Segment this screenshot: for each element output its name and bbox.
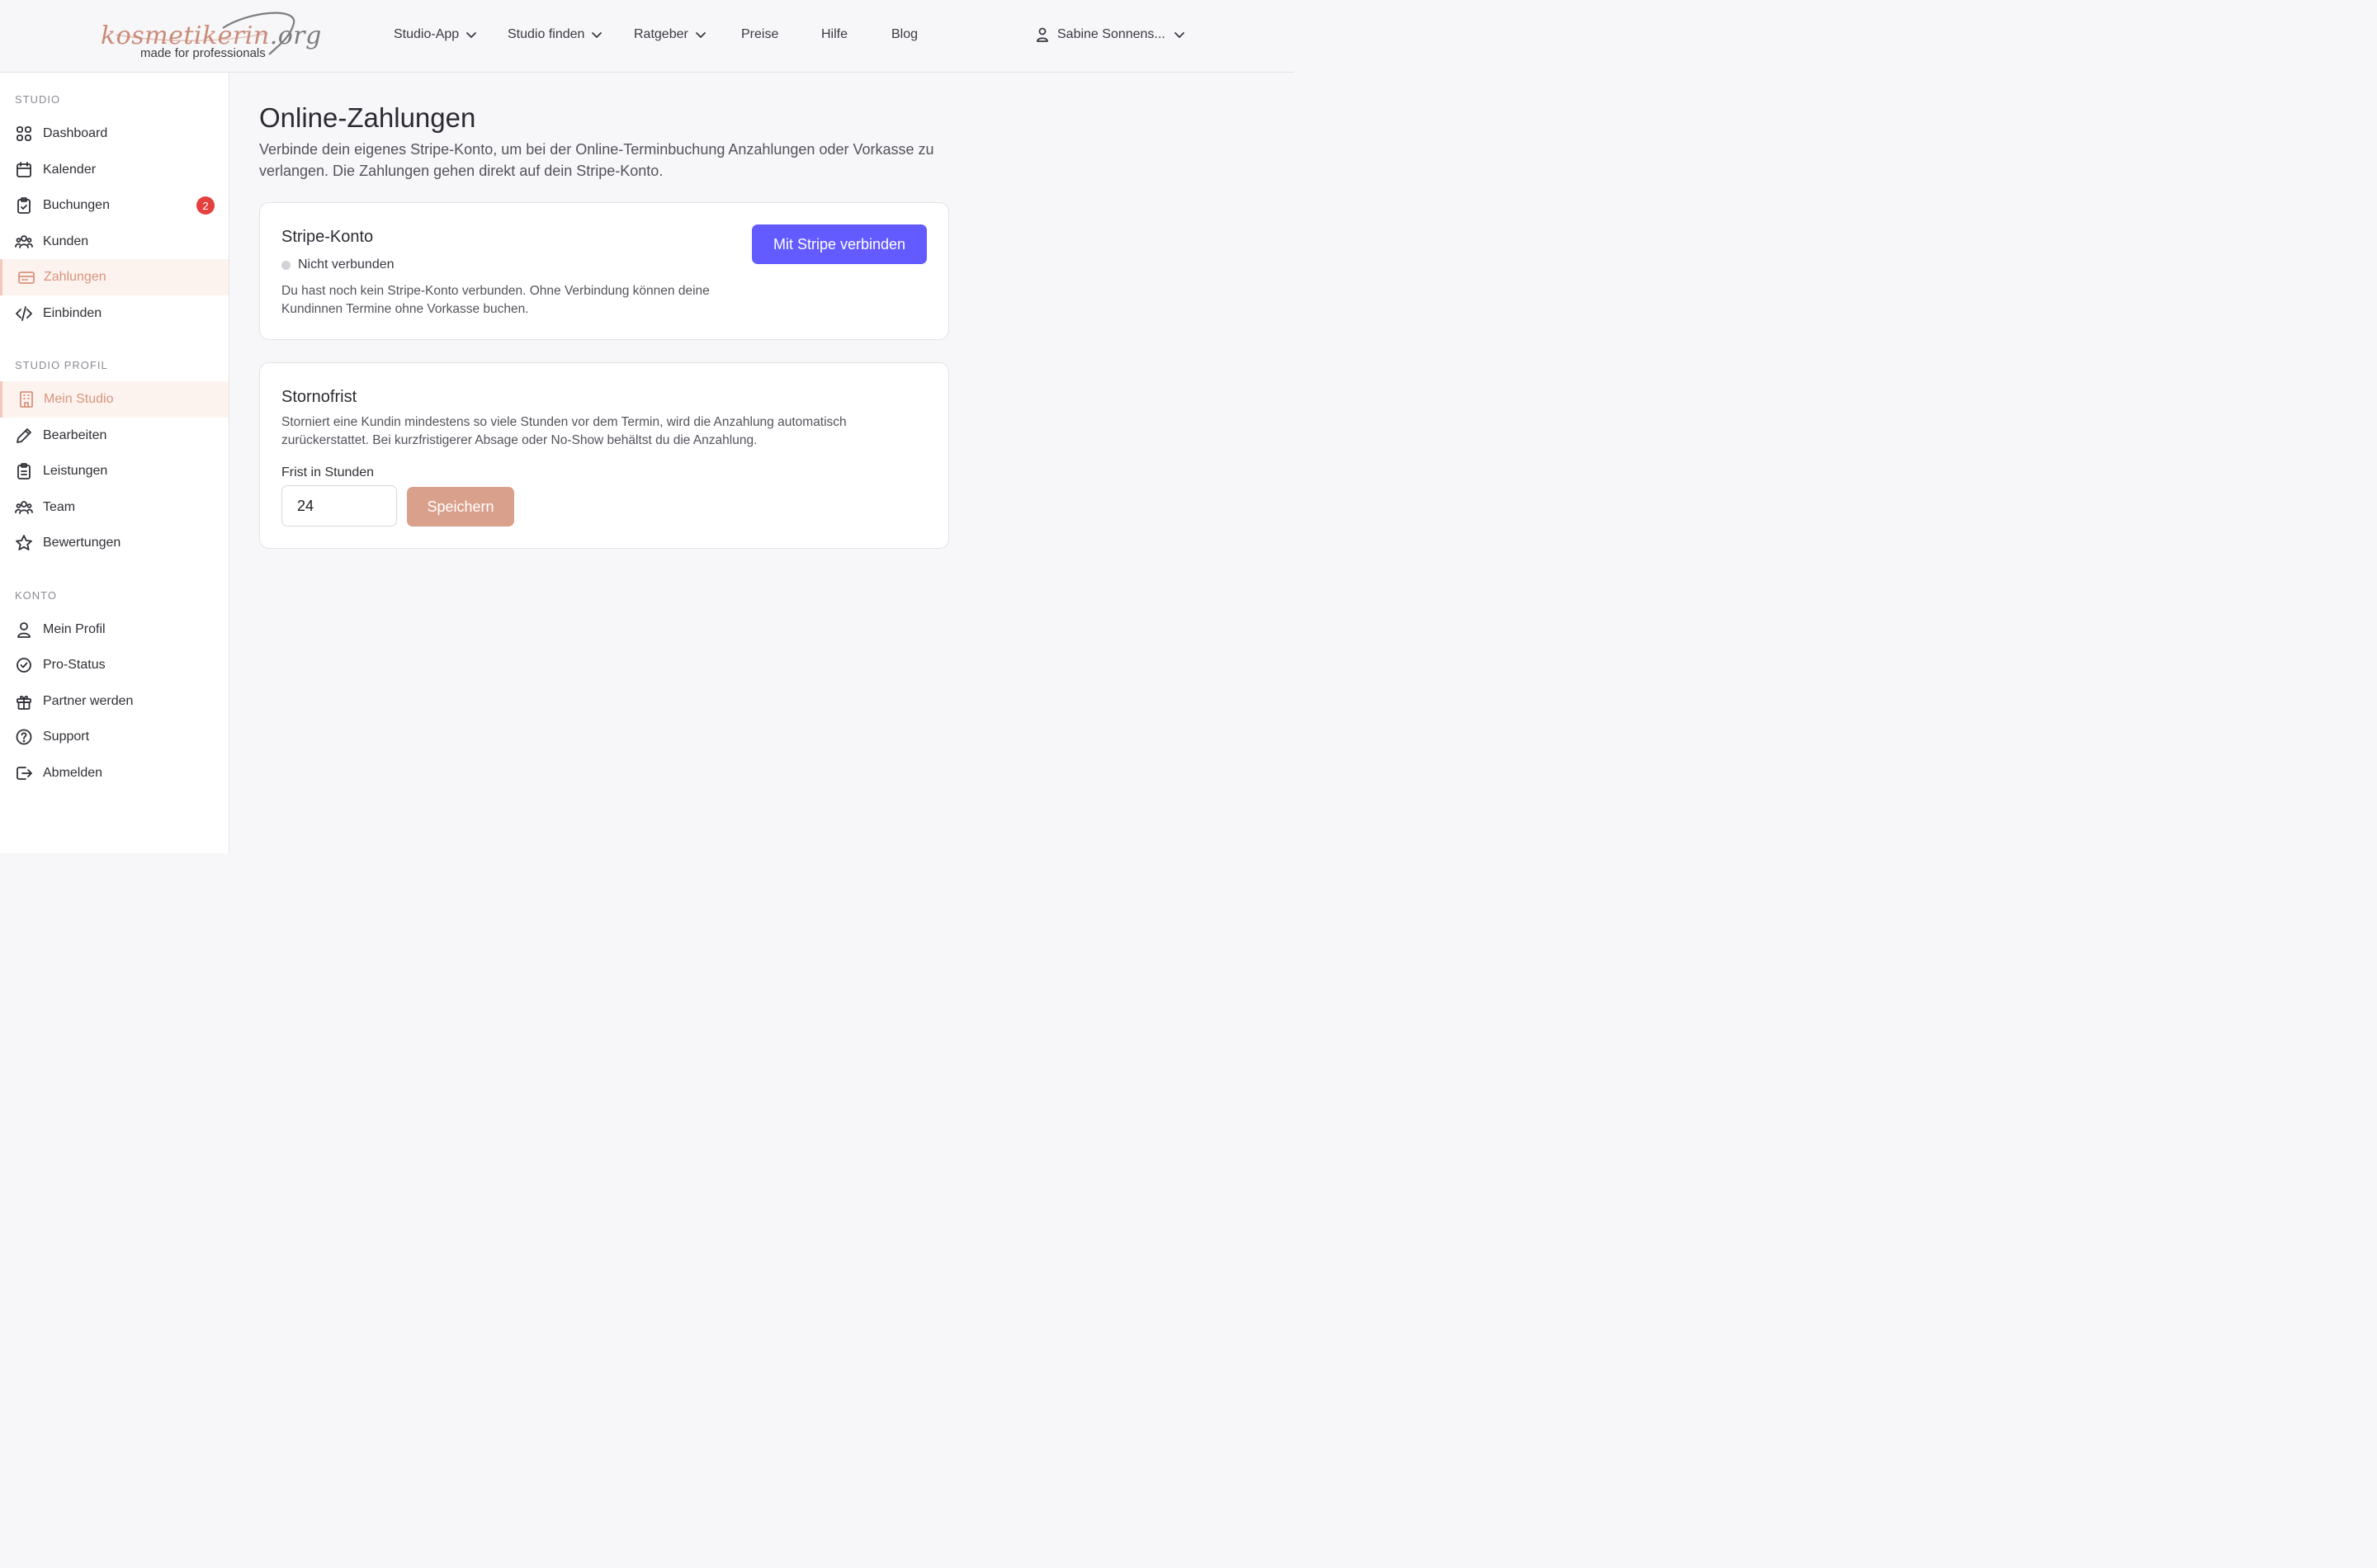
sidebar-item-label: Buchungen bbox=[43, 198, 110, 212]
sidebar-item-label: Leistungen bbox=[43, 464, 108, 478]
sidebar-item-support[interactable]: Support bbox=[0, 719, 229, 755]
building-icon bbox=[20, 391, 33, 408]
sidebar-item-label: Bewertungen bbox=[43, 536, 121, 550]
page-description: Verbinde dein eigenes Stripe-Konto, um b… bbox=[259, 141, 934, 179]
nav-studio-finden[interactable]: Studio finden bbox=[508, 27, 603, 42]
sidebar-item-label: Kunden bbox=[43, 234, 89, 248]
nav-label: Blog bbox=[891, 27, 919, 41]
nav-label: Studio-App bbox=[394, 27, 460, 41]
sidebar-item-zahlungen[interactable]: Zahlungen bbox=[0, 259, 229, 295]
sidebar-item-mein-profil[interactable]: Mein Profil bbox=[0, 612, 229, 648]
sidebar-item-label: Mein Profil bbox=[43, 622, 106, 636]
save-button[interactable]: Speichern bbox=[407, 487, 514, 527]
card-title: Stripe-Konto bbox=[281, 228, 374, 246]
sidebar-item-label: Partner werden bbox=[43, 694, 134, 708]
pencil-icon bbox=[17, 428, 31, 443]
sidebar-item-mein-studio[interactable]: Mein Studio bbox=[0, 381, 229, 418]
check-circle-icon bbox=[17, 658, 31, 673]
sidebar-item-label: Abmelden bbox=[43, 766, 103, 780]
clipboard-list-icon bbox=[17, 463, 31, 479]
nav-label: Hilfe bbox=[821, 27, 848, 41]
section-title-studio: STUDIO bbox=[15, 93, 61, 106]
sidebar-item-label: Team bbox=[43, 500, 76, 514]
chevron-down-icon bbox=[466, 32, 477, 38]
sidebar-item-pro-status[interactable]: Pro-Status bbox=[0, 647, 229, 683]
logout-icon bbox=[17, 767, 32, 780]
star-icon bbox=[16, 535, 32, 550]
nav-label: Ratgeber bbox=[634, 27, 688, 41]
brand-logo[interactable]: kosmetikerin.org made for professionals bbox=[99, 10, 321, 63]
chevron-down-icon bbox=[1174, 32, 1184, 38]
user-icon bbox=[1037, 27, 1048, 42]
sidebar-item-buchungen[interactable]: Buchungen 2 bbox=[0, 187, 229, 224]
nav-hilfe[interactable]: Hilfe bbox=[821, 27, 848, 42]
sidebar-item-label: Support bbox=[43, 730, 90, 744]
top-navigation-bar: kosmetikerin.org made for professionals … bbox=[0, 0, 1294, 73]
user-menu[interactable]: Sabine Sonnens... bbox=[1036, 27, 1185, 42]
sidebar-item-kalender[interactable]: Kalender bbox=[0, 152, 229, 188]
nav-blog[interactable]: Blog bbox=[891, 27, 918, 42]
connect-stripe-button[interactable]: Mit Stripe verbinden bbox=[752, 224, 927, 264]
page-title: Online-Zahlungen bbox=[259, 102, 476, 133]
users-icon bbox=[15, 235, 33, 248]
sidebar-item-label: Einbinden bbox=[43, 306, 102, 320]
user-icon bbox=[17, 622, 31, 638]
status-text: Nicht verbunden bbox=[298, 257, 395, 272]
nav-preise[interactable]: Preise bbox=[741, 27, 778, 42]
card-title: Stornofrist bbox=[281, 388, 357, 406]
stripe-account-card: Stripe-Konto Nicht verbunden Du hast noc… bbox=[259, 202, 949, 340]
card-text: Storniert eine Kundin mindestens so viel… bbox=[281, 415, 847, 447]
user-name: Sabine Sonnens... bbox=[1057, 27, 1165, 41]
code-icon bbox=[16, 306, 32, 321]
sidebar-item-label: Pro-Status bbox=[43, 658, 106, 672]
gift-icon bbox=[17, 696, 31, 710]
sidebar-item-partner-werden[interactable]: Partner werden bbox=[0, 683, 229, 720]
nav-ratgeber[interactable]: Ratgeber bbox=[634, 27, 706, 42]
clipboard-check-icon bbox=[17, 197, 31, 214]
sidebar-item-label: Dashboard bbox=[43, 126, 108, 140]
section-title-konto: KONTO bbox=[15, 589, 57, 602]
credit-card-icon bbox=[18, 272, 35, 284]
section-title-studio-profil: STUDIO PROFIL bbox=[15, 359, 108, 371]
sidebar: STUDIO Dashboard Kalender Buchungen 2 Ku… bbox=[0, 73, 229, 853]
nav-label: Studio finden bbox=[508, 27, 585, 41]
help-circle-icon bbox=[16, 729, 32, 745]
status-dot bbox=[281, 260, 291, 270]
sidebar-item-label: Zahlungen bbox=[44, 270, 106, 284]
connection-status: Nicht verbunden bbox=[281, 257, 395, 272]
sidebar-item-bearbeiten[interactable]: Bearbeiten bbox=[0, 418, 229, 454]
sidebar-item-bewertungen[interactable]: Bewertungen bbox=[0, 525, 229, 561]
calendar-icon bbox=[17, 162, 31, 177]
sidebar-item-einbinden[interactable]: Einbinden bbox=[0, 295, 229, 332]
nav-label: Preise bbox=[741, 27, 779, 41]
sidebar-item-leistungen[interactable]: Leistungen bbox=[0, 453, 229, 489]
card-text: Du hast noch kein Stripe-Konto verbunden… bbox=[281, 284, 710, 316]
cancellation-period-card: Stornofrist Storniert eine Kundin mindes… bbox=[259, 362, 949, 549]
chevron-down-icon bbox=[592, 32, 603, 38]
sidebar-item-label: Bearbeiten bbox=[43, 428, 107, 442]
nav-studio-app[interactable]: Studio-App bbox=[394, 27, 477, 42]
sidebar-item-team[interactable]: Team bbox=[0, 489, 229, 526]
sidebar-item-label: Kalender bbox=[43, 163, 97, 177]
logo-tagline: made for professionals bbox=[140, 46, 266, 60]
chevron-down-icon bbox=[695, 32, 706, 38]
hours-input[interactable] bbox=[281, 485, 397, 527]
notification-badge: 2 bbox=[196, 196, 215, 215]
sidebar-item-abmelden[interactable]: Abmelden bbox=[0, 755, 229, 791]
users-icon bbox=[15, 501, 33, 514]
sidebar-item-kunden[interactable]: Kunden bbox=[0, 224, 229, 260]
sidebar-item-label: Mein Studio bbox=[44, 392, 114, 406]
sidebar-item-dashboard[interactable]: Dashboard bbox=[0, 116, 229, 152]
grid-icon bbox=[17, 126, 31, 141]
hours-field-label: Frist in Stunden bbox=[281, 465, 375, 479]
